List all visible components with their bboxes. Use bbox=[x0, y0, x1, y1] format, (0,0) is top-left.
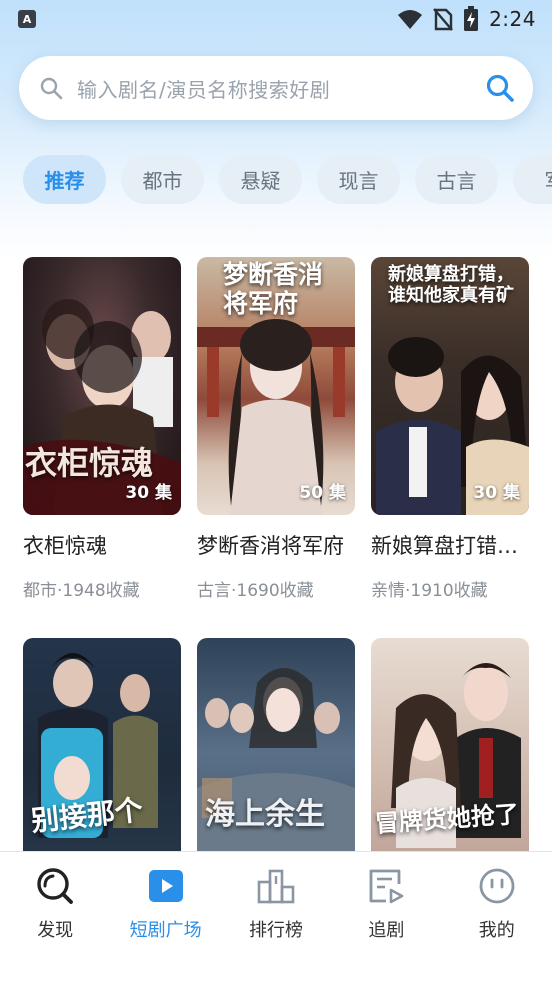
drama-poster[interactable]: 衣柜惊魂 30 集 bbox=[23, 257, 181, 515]
search-bar[interactable]: 输入剧名/演员名称搜索好剧 bbox=[19, 56, 533, 120]
header-background bbox=[0, 0, 552, 260]
nav-tab-follow[interactable]: 追剧 bbox=[331, 852, 441, 983]
category-chip-ancient-romance[interactable]: 古言 bbox=[415, 155, 498, 204]
nav-tab-ranking[interactable]: 排行榜 bbox=[221, 852, 331, 983]
nav-label: 短剧广场 bbox=[129, 920, 202, 941]
nav-label: 我的 bbox=[478, 920, 515, 941]
profile-icon bbox=[479, 868, 515, 904]
app-notification-icon: A bbox=[18, 10, 36, 28]
poster-title-text: 梦断香消将军府 bbox=[223, 260, 324, 318]
episode-count: 30 集 bbox=[473, 483, 520, 503]
drama-title[interactable]: 衣柜惊魂 bbox=[23, 530, 183, 560]
drama-meta: 古言·1690收藏 bbox=[197, 581, 314, 601]
search-submit-icon[interactable] bbox=[485, 73, 515, 103]
poster-title-text: 新娘算盘打错，谁知他家真有矿 bbox=[388, 264, 514, 306]
drama-poster[interactable]: 新娘算盘打错，谁知他家真有矿 30 集 bbox=[371, 257, 529, 515]
drama-card[interactable]: 衣柜惊魂 30 集 衣柜惊魂 都市·1948收藏 bbox=[23, 257, 181, 601]
status-time: 2:24 bbox=[489, 7, 536, 31]
drama-poster[interactable]: 梦断香消将军府 50 集 bbox=[197, 257, 355, 515]
category-chip-military[interactable]: 军 bbox=[513, 155, 552, 204]
category-chip-urban[interactable]: 都市 bbox=[121, 155, 204, 204]
category-chip-modern-romance[interactable]: 现言 bbox=[317, 155, 400, 204]
poster-title-text: 海上余生 bbox=[205, 797, 325, 832]
search-icon bbox=[40, 77, 63, 100]
category-tabs: 推荐 都市 悬疑 现言 古言 军 bbox=[23, 155, 552, 205]
drama-meta: 亲情·1910收藏 bbox=[371, 581, 488, 601]
episode-count: 30 集 bbox=[125, 483, 172, 503]
nav-label: 追剧 bbox=[368, 920, 405, 941]
battery-charging-icon bbox=[464, 6, 479, 31]
nav-tab-drama-square[interactable]: 短剧广场 bbox=[110, 852, 220, 983]
play-square-icon bbox=[148, 870, 183, 902]
follow-icon bbox=[369, 869, 404, 904]
category-chip-suspense[interactable]: 悬疑 bbox=[219, 155, 302, 204]
drama-card[interactable]: 梦断香消将军府 50 集 梦断香消将军府 古言·1690收藏 bbox=[197, 257, 355, 601]
drama-title[interactable]: 新娘算盘打错… bbox=[371, 530, 531, 560]
no-sim-icon bbox=[433, 8, 453, 31]
status-bar: A 2:24 bbox=[0, 0, 552, 38]
nav-label: 排行榜 bbox=[248, 920, 303, 941]
wifi-icon bbox=[398, 10, 423, 29]
category-chip-recommend[interactable]: 推荐 bbox=[23, 155, 106, 204]
episode-count: 50 集 bbox=[299, 483, 346, 503]
nav-tab-profile[interactable]: 我的 bbox=[442, 852, 552, 983]
search-input[interactable]: 输入剧名/演员名称搜索好剧 bbox=[77, 74, 485, 103]
drama-meta: 都市·1948收藏 bbox=[23, 581, 140, 601]
bottom-navigation: 发现 短剧广场 排行榜 追剧 我的 bbox=[0, 851, 552, 983]
drama-card[interactable]: 新娘算盘打错，谁知他家真有矿 30 集 新娘算盘打错… 亲情·1910收藏 bbox=[371, 257, 529, 601]
nav-tab-discover[interactable]: 发现 bbox=[0, 852, 110, 983]
ranking-icon bbox=[257, 869, 295, 904]
poster-title-text: 衣柜惊魂 bbox=[25, 444, 154, 482]
nav-label: 发现 bbox=[37, 920, 74, 941]
drama-title[interactable]: 梦断香消将军府 bbox=[197, 530, 357, 560]
status-indicators: 2:24 bbox=[397, 6, 536, 32]
discover-icon bbox=[37, 868, 74, 904]
